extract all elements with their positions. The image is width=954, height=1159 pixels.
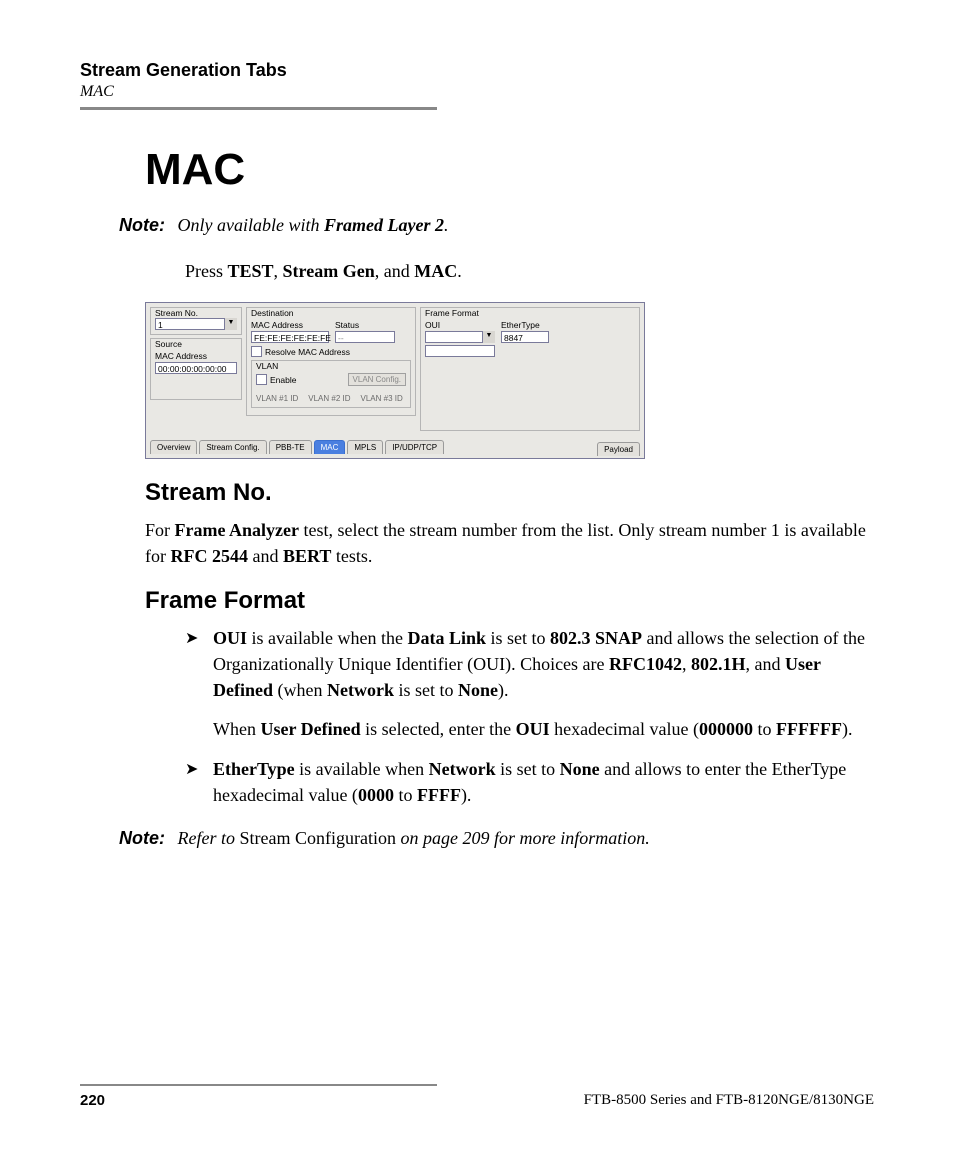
chapter-title: Stream Generation Tabs <box>80 60 874 81</box>
tab-mac[interactable]: MAC <box>314 440 346 454</box>
running-header: Stream Generation Tabs MAC <box>80 60 874 110</box>
source-mac-value: 00:00:00:00:00:00 <box>155 362 237 374</box>
oui-value-field[interactable] <box>425 345 495 357</box>
press-instruction: Press TEST, Stream Gen, and MAC. <box>185 258 874 284</box>
tab-overview[interactable]: Overview <box>150 440 197 454</box>
product-name: FTB-8500 Series and FTB-8120NGE/8130NGE <box>584 1092 874 1109</box>
vlan-config-button[interactable]: VLAN Config. <box>348 373 406 386</box>
chapter-subsection: MAC <box>80 83 874 101</box>
note-availability: Note: Only available with Framed Layer 2… <box>119 215 874 236</box>
checkbox-icon <box>251 346 262 357</box>
list-item: OUI is available when the Data Link is s… <box>185 625 874 741</box>
page-number: 220 <box>80 1092 105 1109</box>
heading-frame-format: Frame Format <box>145 587 874 615</box>
footer-rule <box>80 1084 437 1086</box>
tab-pbb-te[interactable]: PBB-TE <box>269 440 312 454</box>
ethertype-value: 8847 <box>501 331 549 343</box>
chevron-down-icon: ▼ <box>224 318 237 330</box>
para-stream-no: For Frame Analyzer test, select the stre… <box>145 517 874 569</box>
vlan-id-2-label: VLAN #2 ID <box>308 394 350 403</box>
note-label: Note: <box>119 828 165 848</box>
group-stream-no: Stream No. 1 ▼ <box>150 307 242 335</box>
tab-payload[interactable]: Payload <box>597 442 640 456</box>
vlan-id-3-label: VLAN #3 ID <box>361 394 403 403</box>
group-frame-format: Frame Format OUI ▼ Eth <box>420 307 640 431</box>
dest-mac-input[interactable]: FE:FE:FE:FE:FE:FE <box>251 331 329 343</box>
list-item: EtherType is available when Network is s… <box>185 756 874 808</box>
embedded-ui-screenshot: Stream No. 1 ▼ Source MAC Address 00:00:… <box>145 302 645 459</box>
resolve-mac-checkbox[interactable]: Resolve MAC Address <box>251 346 411 357</box>
header-rule <box>80 107 437 110</box>
vlan-id-1-label: VLAN #1 ID <box>256 394 298 403</box>
dest-status-value: -- <box>335 331 395 343</box>
tab-bar: Overview Stream Config. PBB-TE MAC MPLS … <box>150 440 640 454</box>
chevron-down-icon: ▼ <box>482 331 495 343</box>
oui-dropdown[interactable]: ▼ <box>425 331 495 343</box>
tab-mpls[interactable]: MPLS <box>347 440 383 454</box>
group-vlan: VLAN Enable VLAN Config. VLAN #1 ID <box>251 360 411 408</box>
page-title: MAC <box>145 145 874 195</box>
checkbox-icon <box>256 374 267 385</box>
frame-format-list: OUI is available when the Data Link is s… <box>185 625 874 808</box>
tab-ip-udp-tcp[interactable]: IP/UDP/TCP <box>385 440 444 454</box>
page-footer: 220 FTB-8500 Series and FTB-8120NGE/8130… <box>80 1084 874 1109</box>
group-source: Source MAC Address 00:00:00:00:00:00 <box>150 338 242 400</box>
tab-stream-config[interactable]: Stream Config. <box>199 440 266 454</box>
stream-no-dropdown[interactable]: 1 ▼ <box>155 318 237 330</box>
note-reference: Note: Refer to Stream Configuration on p… <box>119 828 874 849</box>
heading-stream-no: Stream No. <box>145 479 874 507</box>
group-destination: Destination MAC Address FE:FE:FE:FE:FE:F… <box>246 307 416 416</box>
note-label: Note: <box>119 215 165 235</box>
main-content: MAC Note: Only available with Framed Lay… <box>145 145 874 849</box>
vlan-enable-checkbox[interactable]: Enable <box>256 374 296 385</box>
source-mac-label: MAC Address <box>155 351 237 361</box>
